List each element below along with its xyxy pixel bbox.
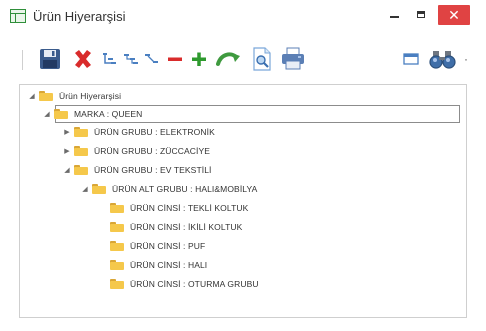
preview-button[interactable] bbox=[250, 44, 274, 74]
tree-node-label: ÜRÜN GRUBU : ZÜCCACİYE bbox=[94, 146, 211, 156]
outdent-button[interactable] bbox=[143, 44, 161, 74]
toolbar: · bbox=[0, 36, 486, 82]
tree-node-group[interactable]: ▶ ÜRÜN GRUBU : ZÜCCACİYE bbox=[63, 143, 210, 159]
tree-node-label: ÜRÜN GRUBU : ELEKTRONİK bbox=[94, 127, 215, 137]
window-title: Ürün Hiyerarşisi bbox=[33, 9, 126, 24]
tree-node-group[interactable]: ◢ ÜRÜN GRUBU : EV TEKSTİLİ bbox=[63, 162, 212, 178]
tree-node-brand[interactable]: ◢ MARKA : QUEEN bbox=[43, 106, 142, 122]
indent-tree-button[interactable] bbox=[122, 44, 140, 74]
folder-icon bbox=[110, 260, 124, 270]
folder-icon bbox=[110, 203, 124, 213]
tree-node-label: ÜRÜN CİNSİ : PUF bbox=[130, 241, 206, 251]
tree-node-label: ÜRÜN GRUBU : EV TEKSTİLİ bbox=[94, 165, 212, 175]
minimize-icon bbox=[389, 16, 399, 18]
product-hierarchy-window: Ürün Hiyerarşisi ✕ · ◢ Ürün Hiyerarşisi … bbox=[0, 0, 486, 331]
remove-button[interactable] bbox=[165, 44, 185, 74]
folder-icon bbox=[110, 222, 124, 232]
print-button[interactable] bbox=[279, 44, 307, 74]
find-dropdown-arrow[interactable]: · bbox=[461, 44, 471, 74]
folder-icon bbox=[74, 165, 88, 175]
delete-button[interactable] bbox=[70, 44, 96, 74]
tree-node-subgroup[interactable]: ◢ ÜRÜN ALT GRUBU : HALI&MOBİLYA bbox=[81, 181, 257, 197]
collapsed-arrow-icon[interactable]: ▶ bbox=[63, 127, 71, 137]
delete-icon bbox=[75, 50, 91, 68]
folder-icon bbox=[74, 127, 88, 137]
maximize-icon bbox=[417, 10, 425, 18]
save-button[interactable] bbox=[36, 44, 64, 74]
refresh-button[interactable] bbox=[214, 44, 244, 74]
tree-node-type[interactable]: ÜRÜN CİNSİ : TEKLİ KOLTUK bbox=[110, 200, 248, 216]
remove-icon bbox=[168, 57, 182, 61]
add-icon bbox=[192, 52, 206, 66]
tree-node-type[interactable]: ÜRÜN CİNSİ : PUF bbox=[110, 238, 205, 254]
collapse-window-button[interactable] bbox=[400, 44, 422, 74]
refresh-icon bbox=[216, 52, 240, 66]
folder-icon bbox=[110, 241, 124, 251]
find-button[interactable] bbox=[427, 44, 459, 74]
window-app-icon bbox=[10, 9, 26, 23]
save-icon bbox=[40, 49, 60, 69]
tree-node-type[interactable]: ÜRÜN CİNSİ : İKİLİ KOLTUK bbox=[110, 219, 242, 235]
collapse-window-icon bbox=[403, 53, 419, 65]
expanded-arrow-icon[interactable]: ◢ bbox=[28, 91, 36, 101]
indent-tree-icon bbox=[124, 54, 138, 64]
tree-node-label: ÜRÜN CİNSİ : OTURMA GRUBU bbox=[130, 279, 259, 289]
folder-icon bbox=[39, 91, 53, 101]
folder-icon bbox=[92, 184, 106, 194]
tree-node-label: ÜRÜN ALT GRUBU : HALI&MOBİLYA bbox=[112, 184, 258, 194]
close-button[interactable]: ✕ bbox=[438, 5, 470, 25]
expanded-arrow-icon[interactable]: ◢ bbox=[81, 184, 89, 194]
expanded-arrow-icon[interactable]: ◢ bbox=[43, 109, 51, 119]
tree-node-label: ÜRÜN CİNSİ : TEKLİ KOLTUK bbox=[130, 203, 249, 213]
outdent-icon bbox=[145, 54, 158, 63]
maximize-button[interactable] bbox=[409, 4, 433, 24]
expanded-arrow-icon[interactable]: ◢ bbox=[63, 165, 71, 175]
minimize-button[interactable] bbox=[382, 4, 406, 24]
folder-icon bbox=[110, 279, 124, 289]
tree-node-label: ÜRÜN CİNSİ : HALI bbox=[130, 260, 208, 270]
tree-node-label: Ürün Hiyerarşisi bbox=[59, 91, 122, 101]
indent-left-button[interactable] bbox=[101, 44, 119, 74]
product-hierarchy-tree[interactable]: ◢ Ürün Hiyerarşisi ◢ MARKA : QUEEN ▶ ÜRÜ… bbox=[19, 84, 467, 318]
tree-node-label: MARKA : QUEEN bbox=[74, 109, 143, 119]
preview-icon bbox=[253, 47, 271, 71]
collapsed-arrow-icon[interactable]: ▶ bbox=[63, 146, 71, 156]
tree-node-root[interactable]: ◢ Ürün Hiyerarşisi bbox=[28, 88, 121, 104]
title-bar[interactable]: Ürün Hiyerarşisi ✕ bbox=[0, 0, 486, 34]
tree-node-label: ÜRÜN CİNSİ : İKİLİ KOLTUK bbox=[130, 222, 243, 232]
tree-node-type[interactable]: ÜRÜN CİNSİ : OTURMA GRUBU bbox=[110, 276, 259, 292]
folder-icon bbox=[74, 146, 88, 156]
tree-node-group[interactable]: ▶ ÜRÜN GRUBU : ELEKTRONİK bbox=[63, 124, 215, 140]
add-button[interactable] bbox=[189, 44, 209, 74]
tree-node-type[interactable]: ÜRÜN CİNSİ : HALI bbox=[110, 257, 207, 273]
toolbar-grip bbox=[22, 50, 23, 70]
indent-left-icon bbox=[103, 53, 116, 64]
find-icon bbox=[429, 51, 456, 69]
print-icon bbox=[282, 47, 304, 70]
folder-icon bbox=[54, 109, 68, 119]
